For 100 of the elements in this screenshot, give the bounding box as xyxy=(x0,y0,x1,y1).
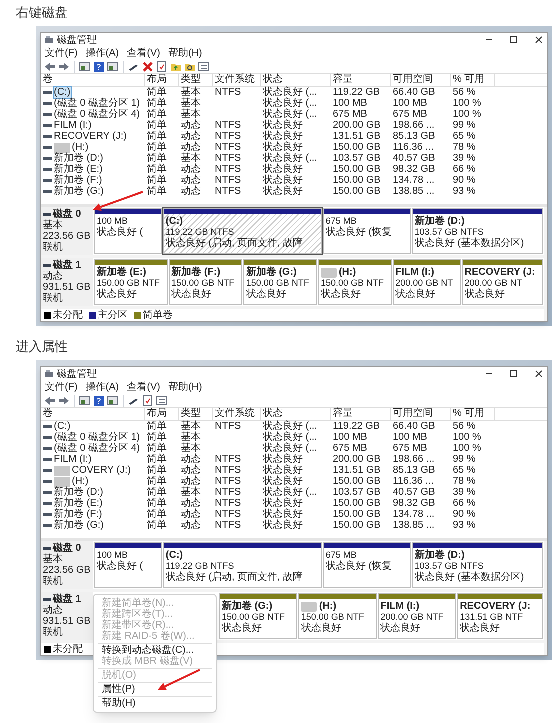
column-header[interactable]: 可用空间 xyxy=(391,408,451,420)
partition[interactable]: 新加卷 (D:) 103.57 GB NTFS 状态良好 (基本数据分区) xyxy=(412,542,544,588)
table-cell[interactable]: (磁盘 0 磁盘分区 1) xyxy=(54,98,140,109)
table-cell[interactable]: 新加卷 (G:) xyxy=(54,520,104,531)
table-cell[interactable]: RECOVERY (J:) xyxy=(54,131,127,142)
column-header[interactable]: % 可用 xyxy=(451,408,495,420)
panel-icon[interactable] xyxy=(79,394,91,406)
partition[interactable]: 新加卷 (E:) 150.00 GB NTF 状态良好 xyxy=(94,259,168,305)
menu-bar-item[interactable]: 查看(V) xyxy=(127,48,160,59)
table-cell[interactable]: 新加卷 (G:) xyxy=(54,186,104,197)
table-cell[interactable]: 新加卷 (F:) xyxy=(54,175,102,186)
table-cell-text: 85.13 GB xyxy=(392,131,436,142)
maximize-icon[interactable] xyxy=(509,369,519,379)
column-header[interactable]: 卷 xyxy=(41,408,145,420)
menu-item[interactable]: 属性(P) xyxy=(94,684,216,695)
partition[interactable]: 675 MB 状态良好 (恢复 xyxy=(322,208,411,254)
table-cell[interactable]: (磁盘 0 磁盘分区 4) xyxy=(54,443,140,454)
column-header[interactable]: 布局 xyxy=(145,408,179,420)
panel-icon[interactable] xyxy=(107,60,119,72)
table-cell-text: NTFS xyxy=(214,142,242,153)
table-cell[interactable]: (C:) xyxy=(54,421,71,432)
table-cell-text: 状态良好 xyxy=(262,175,304,186)
column-header[interactable]: 可用空间 xyxy=(391,74,451,86)
table-cell-text: 动态 xyxy=(180,498,202,509)
menu-bar-item[interactable]: 帮助(H) xyxy=(168,382,202,393)
table-cell[interactable]: (C:) xyxy=(54,87,71,98)
table-cell-text: 116.36 ... xyxy=(392,142,435,153)
menu-bar-item[interactable]: 文件(F) xyxy=(45,48,78,59)
column-header[interactable]: 状态 xyxy=(261,74,331,86)
table-cell[interactable]: (磁盘 0 磁盘分区 4) xyxy=(54,109,140,120)
help-icon[interactable] xyxy=(93,394,105,406)
table-cell-text: 简单 xyxy=(146,498,168,509)
partition[interactable]: (C:) 119.22 GB NTFS 状态良好 (启动, 页面文件, 故障 xyxy=(162,208,322,254)
menu-bar-item[interactable]: 文件(F) xyxy=(45,382,78,393)
partition[interactable]: FILM (I:) 200.00 GB NT 状态良好 xyxy=(392,259,461,305)
delete-icon[interactable] xyxy=(142,60,154,72)
close-icon[interactable] xyxy=(534,369,544,379)
table-cell[interactable]: (H:) xyxy=(54,476,89,487)
column-header[interactable]: 容量 xyxy=(331,408,391,420)
menu-bar-item[interactable]: 操作(A) xyxy=(86,382,120,393)
partition[interactable]: 675 MB 状态良好 (恢复 xyxy=(322,542,411,588)
column-header[interactable]: % 可用 xyxy=(451,74,495,86)
partition-size: 150.00 GB NTF xyxy=(97,278,162,288)
table-cell-text: 56 % xyxy=(452,87,477,98)
close-icon[interactable] xyxy=(534,35,544,45)
partition[interactable]: FILM (I:) 200.00 GB NTF 状态良好 xyxy=(378,593,456,639)
column-header[interactable]: 文件系统 xyxy=(213,74,261,86)
menu-bar-item[interactable]: 帮助(H) xyxy=(168,48,202,59)
list-view-icon[interactable] xyxy=(156,394,168,406)
forward-icon[interactable] xyxy=(58,60,70,72)
panel-icon[interactable] xyxy=(79,60,91,72)
maximize-icon[interactable] xyxy=(509,35,519,45)
table-cell[interactable]: 新加卷 (E:) xyxy=(54,164,103,175)
menu-item[interactable]: 转换到动态磁盘(C)... xyxy=(94,645,216,656)
partition[interactable]: (H:) 150.00 GB NTF 状态良好 xyxy=(298,593,377,639)
table-cell[interactable]: FILM (I:) xyxy=(54,120,92,131)
table-cell[interactable]: (磁盘 0 磁盘分区 1) xyxy=(54,432,140,443)
table-cell-text: 150.00 GB xyxy=(332,509,382,520)
help-icon[interactable] xyxy=(93,60,105,72)
document-icon[interactable] xyxy=(142,394,154,406)
column-header[interactable]: 状态 xyxy=(261,408,331,420)
partition[interactable]: 新加卷 (F:) 150.00 GB NTF 状态良好 xyxy=(168,259,242,305)
document-icon[interactable] xyxy=(156,60,168,72)
partition[interactable]: RECOVERY (J: 200.00 GB NT 状态良好 xyxy=(462,259,543,305)
menu-bar-item[interactable]: 操作(A) xyxy=(86,48,120,59)
panel-icon[interactable] xyxy=(107,394,119,406)
column-header[interactable]: 文件系统 xyxy=(213,408,261,420)
table-cell[interactable]: 新加卷 (E:) xyxy=(54,498,103,509)
forward-icon[interactable] xyxy=(58,394,70,406)
partition[interactable]: 新加卷 (G:) 150.00 GB NTF 状态良好 xyxy=(219,593,298,639)
window-title: 磁盘管理 xyxy=(57,34,97,46)
back-icon[interactable] xyxy=(44,60,56,72)
column-header[interactable]: 布局 xyxy=(145,74,179,86)
partition-status: 状态良好 xyxy=(380,623,422,634)
partition[interactable]: (H:) 150.00 GB NTF 状态良好 xyxy=(318,259,392,305)
column-header[interactable]: 类型 xyxy=(179,408,213,420)
column-header[interactable]: 类型 xyxy=(179,74,213,86)
list-view-icon[interactable] xyxy=(198,60,210,72)
partition[interactable]: RECOVERY (J: 131.51 GB NTF 状态良好 xyxy=(457,593,543,639)
back-icon[interactable] xyxy=(44,394,56,406)
partition[interactable]: 新加卷 (D:) 103.57 GB NTFS 状态良好 (基本数据分区) xyxy=(412,208,544,254)
table-cell-text: 简单 xyxy=(146,164,168,175)
table-cell[interactable]: 新加卷 (D:) xyxy=(54,487,104,498)
table-cell-text: 131.51 GB xyxy=(332,131,382,142)
menu-item[interactable]: 帮助(H) xyxy=(94,698,216,709)
partition-status: 状态良好 xyxy=(97,289,138,300)
disk-size: 931.51 GB xyxy=(43,616,91,627)
partition[interactable]: 新加卷 (G:) 150.00 GB NTF 状态良好 xyxy=(243,259,317,305)
table-cell[interactable]: COVERY (J:) xyxy=(54,465,132,476)
column-header[interactable]: 容量 xyxy=(331,74,391,86)
partition[interactable]: (C:) 119.22 GB NTFS 状态良好 (启动, 页面文件, 故障 xyxy=(162,542,322,588)
table-cell[interactable]: 新加卷 (D:) xyxy=(54,153,104,164)
table-cell[interactable]: FILM (I:) xyxy=(54,454,92,465)
menu-bar-item[interactable]: 查看(V) xyxy=(127,382,160,393)
table-cell[interactable]: 新加卷 (F:) xyxy=(54,509,102,520)
partition[interactable]: 100 MB 状态良好 ( xyxy=(94,542,162,588)
table-cell-text: 66 % xyxy=(452,498,477,509)
partition[interactable]: 100 MB 状态良好 ( xyxy=(94,208,162,254)
table-cell[interactable]: (H:) xyxy=(54,142,89,153)
app-icon xyxy=(44,35,54,45)
